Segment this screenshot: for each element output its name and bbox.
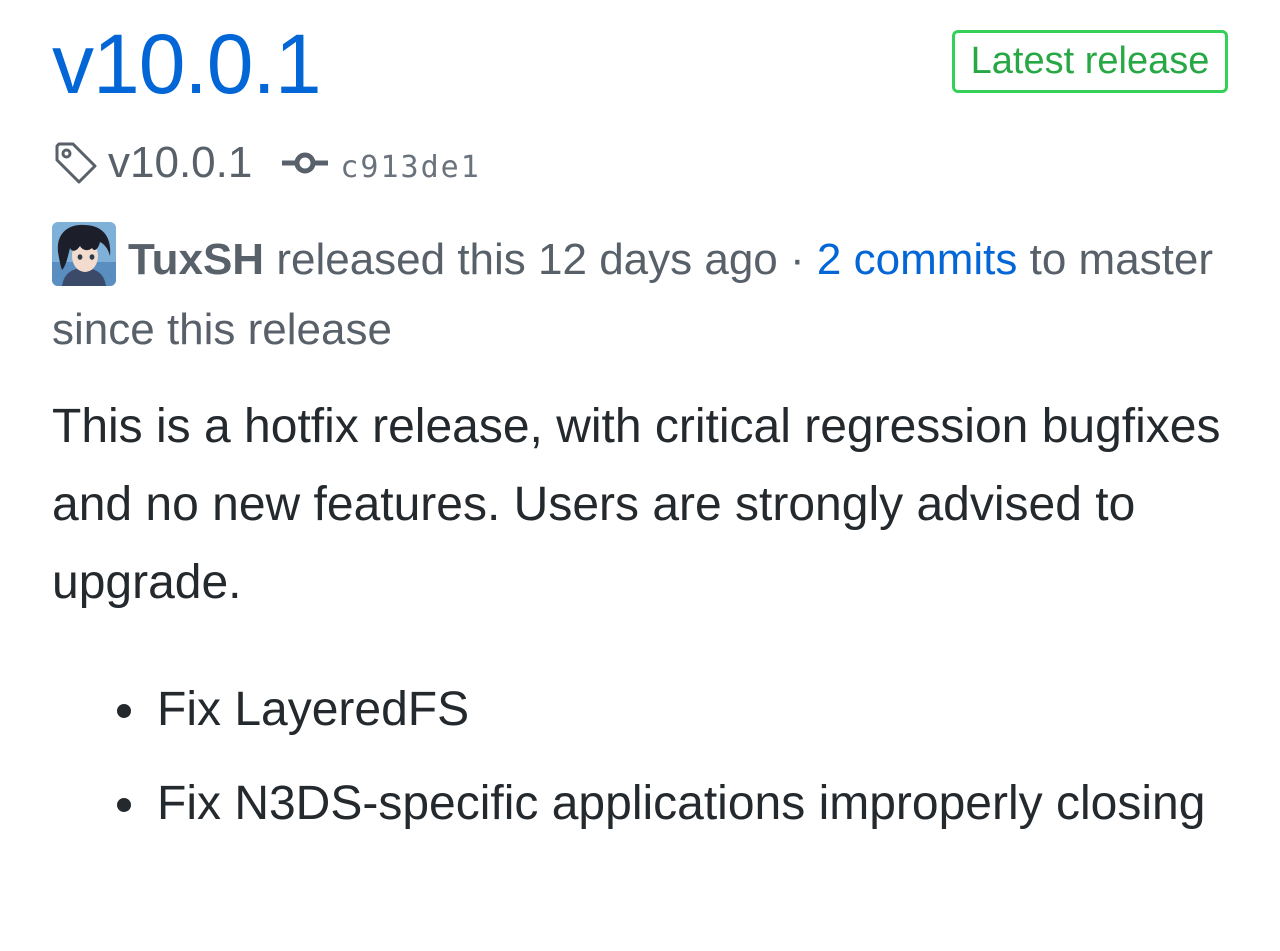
- git-commit-icon: [252, 148, 330, 178]
- release-title-link[interactable]: v10.0.1: [52, 14, 322, 114]
- release-author-line: TuxSH released this 12 days ago · 2 comm…: [52, 222, 1232, 365]
- author-link[interactable]: TuxSH: [128, 235, 264, 284]
- commit-sha-link[interactable]: c913de1: [340, 150, 480, 185]
- release-description: This is a hotfix release, with critical …: [52, 400, 1221, 609]
- release-changes-list: Fix LayeredFS Fix N3DS-specific applicat…: [52, 672, 1280, 860]
- user-avatar[interactable]: [52, 222, 116, 286]
- released-text: released this 12 days ago: [276, 235, 778, 284]
- release-page: v10.0.1 Latest release v10.0.1 c913de1 T…: [0, 0, 1280, 951]
- list-item: Fix LayeredFS: [117, 672, 1280, 748]
- list-item: Fix N3DS-specific applications improperl…: [117, 766, 1280, 842]
- commits-since-link[interactable]: 2 commits: [817, 235, 1017, 284]
- tag-icon: [52, 139, 100, 187]
- separator-dot: ·: [790, 235, 805, 284]
- release-meta: v10.0.1 c913de1: [52, 136, 481, 190]
- latest-release-badge: Latest release: [952, 30, 1228, 93]
- release-tag-link[interactable]: v10.0.1: [108, 138, 252, 188]
